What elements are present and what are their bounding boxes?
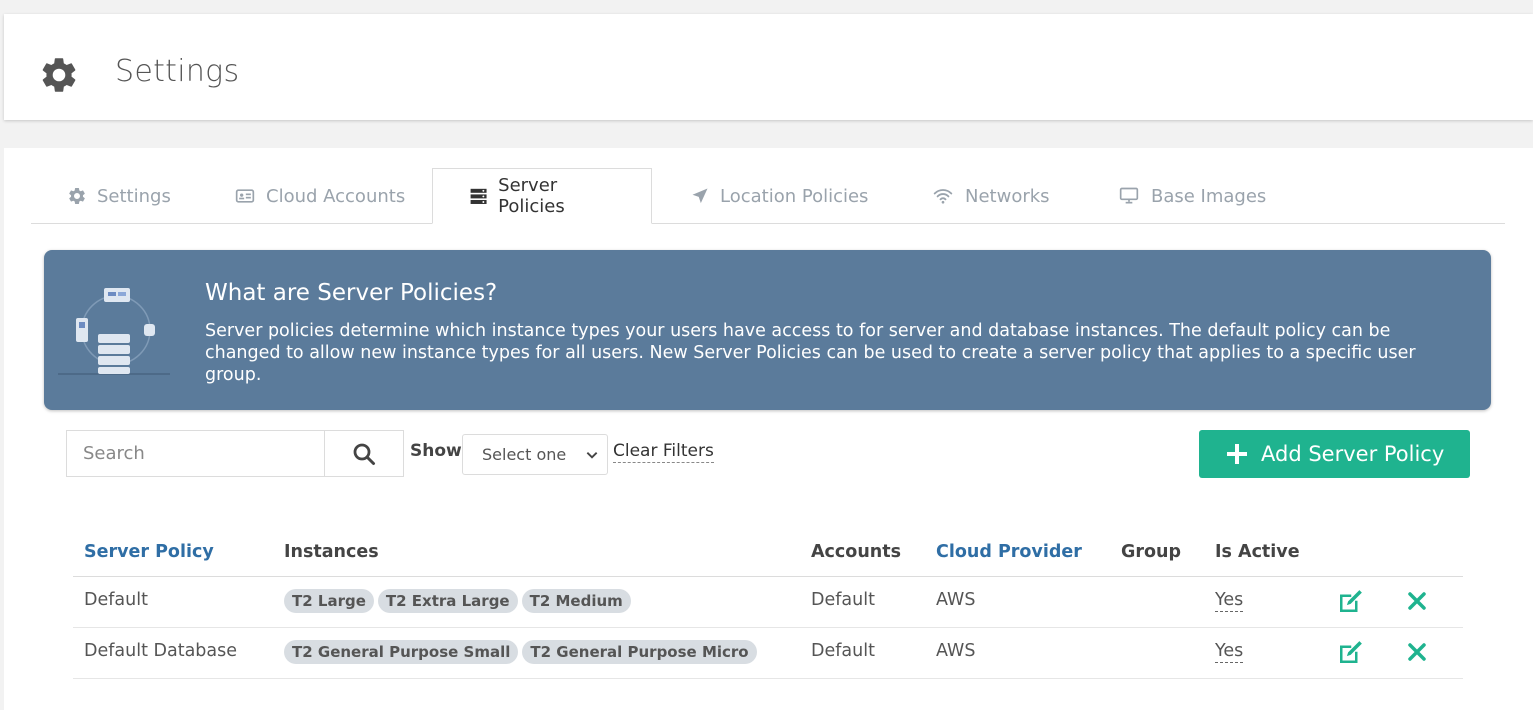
plus-icon <box>1227 444 1247 464</box>
show-label: Show <box>410 441 462 461</box>
instance-chip: T2 Extra Large <box>377 589 518 613</box>
column-header-server-policy[interactable]: Server Policy <box>84 542 214 562</box>
tab-cloud-accounts[interactable]: Cloud Accounts <box>234 168 405 224</box>
tab-server-policies[interactable]: Server Policies <box>432 168 652 224</box>
search-input[interactable] <box>67 431 325 476</box>
instance-chips: T2 General Purpose Small T2 General Purp… <box>284 640 757 664</box>
column-header-instances: Instances <box>284 542 379 562</box>
provider-cell: AWS <box>936 590 976 610</box>
gear-icon <box>42 58 76 92</box>
main-panel: Settings Cloud Accounts Server Policies … <box>4 148 1533 710</box>
show-select[interactable]: Select one <box>462 434 608 475</box>
instance-chips: T2 Large T2 Extra Large T2 Medium <box>284 589 631 613</box>
wifi-icon <box>933 189 953 204</box>
instance-chip: T2 General Purpose Micro <box>522 640 757 664</box>
tab-bar: Settings Cloud Accounts Server Policies … <box>31 168 1505 224</box>
instance-chip: T2 Medium <box>521 589 631 613</box>
instance-chip: T2 Large <box>284 589 374 613</box>
is-active-toggle[interactable]: Yes <box>1215 641 1244 663</box>
banner-description: Server policies determine which instance… <box>205 321 1416 385</box>
chevron-down-icon <box>586 452 598 459</box>
tab-label: Base Images <box>1151 185 1267 207</box>
accounts-cell: Default <box>811 641 875 661</box>
server-icon <box>470 188 487 204</box>
tab-networks[interactable]: Networks <box>931 168 1050 224</box>
tab-settings[interactable]: Settings <box>67 168 171 224</box>
column-header-group: Group <box>1121 542 1182 562</box>
table-row: Default T2 Large T2 Extra Large T2 Mediu… <box>73 577 1463 628</box>
column-header-cloud-provider[interactable]: Cloud Provider <box>936 542 1082 562</box>
is-active-toggle[interactable]: Yes <box>1215 590 1244 612</box>
clear-filters-link[interactable]: Clear Filters <box>613 440 714 463</box>
table-header: Server Policy Instances Accounts Cloud P… <box>73 528 1463 577</box>
tab-base-images[interactable]: Base Images <box>1117 168 1266 224</box>
tab-label: Location Policies <box>720 185 869 207</box>
tab-label: Cloud Accounts <box>266 185 406 207</box>
search-icon <box>353 443 375 465</box>
gear-icon <box>69 187 85 204</box>
column-header-accounts: Accounts <box>811 542 902 562</box>
add-button-label: Add Server Policy <box>1261 442 1445 466</box>
monitor-icon <box>1119 187 1139 204</box>
tab-label: Networks <box>965 185 1050 207</box>
server-policies-table: Server Policy Instances Accounts Cloud P… <box>73 528 1463 679</box>
policy-name: Default Database <box>84 641 238 661</box>
tab-label: Server Policies <box>498 175 565 217</box>
banner-title: What are Server Policies? <box>205 280 498 306</box>
instance-chip: T2 General Purpose Small <box>284 640 519 664</box>
page-title: Settings <box>115 54 240 89</box>
select-value: Select one <box>482 445 567 464</box>
id-card-icon <box>235 189 255 203</box>
tab-label: Settings <box>97 185 171 207</box>
provider-cell: AWS <box>936 641 976 661</box>
policy-name: Default <box>84 590 148 610</box>
table-row: Default Database T2 General Purpose Smal… <box>73 628 1463 679</box>
delete-icon[interactable] <box>1407 591 1427 611</box>
search-button[interactable] <box>325 431 403 476</box>
add-server-policy-button[interactable]: Add Server Policy <box>1199 430 1470 478</box>
info-banner: What are Server Policies? Server policie… <box>44 250 1491 410</box>
server-illustration-icon <box>58 288 170 375</box>
edit-icon[interactable] <box>1335 587 1365 617</box>
tab-location-policies[interactable]: Location Policies <box>690 168 868 224</box>
delete-icon[interactable] <box>1407 642 1427 662</box>
edit-icon[interactable] <box>1335 638 1365 668</box>
column-header-is-active: Is Active <box>1215 542 1300 562</box>
accounts-cell: Default <box>811 590 875 610</box>
search-box <box>66 430 404 477</box>
page-header: Settings <box>4 14 1533 120</box>
location-arrow-icon <box>692 188 708 204</box>
